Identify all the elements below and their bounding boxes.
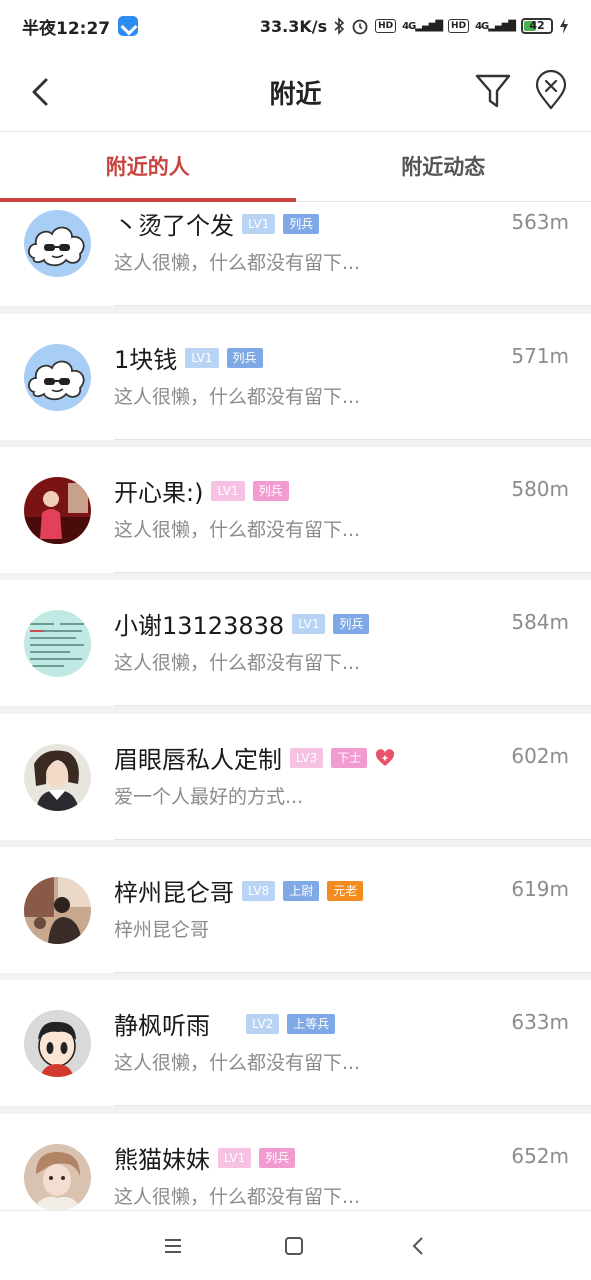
user-list-item[interactable]: 1块钱 LV1 列兵这人很懒，什么都没有留下... 571m [0,314,591,440]
status-bar: 半夜12:27 33.3K/s HD 4G▂▄▆█ HD 4G▂▄▆█ 42 [0,0,591,52]
location-off-icon[interactable] [530,70,572,112]
distance-label: 652m [511,1144,569,1168]
tab-bar: 附近的人 附近动态 [0,132,591,202]
name-row: 开心果:) LV1 列兵 [114,473,289,508]
avatar[interactable] [24,1144,91,1210]
distance-label: 563m [511,210,569,234]
battery-level: 42 [529,19,545,32]
name-row: 丶烫了个发 LV1 列兵 [114,206,320,241]
distance-label: 633m [511,1010,569,1034]
heart-icon [376,748,395,766]
rank-badge: 列兵 [226,347,263,368]
rank-badge: 列兵 [333,613,370,634]
user-name: 丶烫了个发 [114,212,234,240]
name-row: 静枫听雨 LV2 上等兵 [114,1006,336,1041]
user-list-item[interactable]: 梓州昆仑哥 LV8 上尉 元老 梓州昆仑哥 619m [0,847,591,973]
user-list-item[interactable]: 静枫听雨 LV2 上等兵这人很懒，什么都没有留下... 633m [0,980,591,1106]
user-bio: 梓州昆仑哥 [114,919,210,941]
divider [114,972,591,973]
funnel-icon[interactable] [472,70,514,112]
notification-app-icon [118,16,139,36]
rank-badge: 列兵 [252,480,289,501]
level-badge: LV8 [242,880,276,901]
back-nav-icon[interactable] [406,1233,432,1259]
hd-icon-2: HD [448,19,470,33]
user-name: 开心果:) [114,479,204,507]
network-speed: 33.3K/s [259,16,328,36]
home-icon[interactable] [281,1233,307,1259]
user-list-item[interactable]: 眉眼唇私人定制 LV3 下士爱一个人最好的方式... 602m [0,714,591,840]
user-list-item[interactable]: 熊猫妹妹 LV1 列兵这人很懒，什么都没有留下... 652m [0,1114,591,1210]
distance-label: 571m [511,344,569,368]
user-bio: 爱一个人最好的方式... [114,786,304,808]
divider [114,839,591,840]
distance-label: 619m [511,877,569,901]
user-name: 1块钱 [114,346,178,374]
divider [114,1105,591,1106]
user-bio: 这人很懒，什么都没有留下... [114,252,361,274]
elder-badge: 元老 [327,880,364,901]
avatar[interactable] [24,210,91,277]
avatar[interactable] [24,877,91,944]
name-row: 眉眼唇私人定制 LV3 下士 [114,740,395,775]
status-left: 半夜12:27 [22,14,139,39]
user-bio: 这人很懒，什么都没有留下... [114,1052,361,1074]
level-badge: LV3 [290,747,324,768]
distance-label: 584m [511,610,569,634]
user-bio: 这人很懒，什么都没有留下... [114,519,361,541]
rank-badge: 上等兵 [287,1013,336,1034]
level-badge: LV2 [246,1013,280,1034]
user-list-item[interactable]: 开心果:) LV1 列兵这人很懒，什么都没有留下... 580m [0,447,591,573]
name-row: 梓州昆仑哥 LV8 上尉 元老 [114,873,364,908]
level-badge: LV1 [292,613,326,634]
app-header: 附近 [0,52,591,132]
rank-badge: 列兵 [259,1147,296,1168]
avatar[interactable] [24,344,91,411]
level-badge: LV1 [185,347,219,368]
name-row: 熊猫妹妹 LV1 列兵 [114,1140,296,1175]
charging-icon [560,18,568,34]
status-time: 半夜12:27 [22,18,111,39]
status-right: 33.3K/s HD 4G▂▄▆█ HD 4G▂▄▆█ 42 [260,17,569,36]
system-nav-bar [0,1210,591,1280]
rank-badge: 列兵 [283,213,320,234]
avatar[interactable] [24,1010,91,1077]
user-list-item[interactable]: 丶烫了个发 LV1 列兵这人很懒，什么都没有留下... 563m [0,202,591,306]
user-list: 丶烫了个发 LV1 列兵 这人很懒，什么都没有留下... 563m 1块钱 LV1 列兵 这人很… [0,202,591,1210]
user-name: 熊猫妹妹 [114,1146,210,1174]
distance-label: 602m [511,744,569,768]
battery-icon: 42 [521,18,553,34]
name-row: 1块钱 LV1 列兵 [114,340,263,375]
alarm-icon [352,19,368,35]
level-badge: LV1 [218,1147,252,1168]
signal-icon-2: 4G▂▄▆█ [475,20,516,32]
menu-icon[interactable] [160,1233,186,1259]
avatar[interactable] [24,477,91,544]
rank-badge: 上尉 [283,880,320,901]
divider [114,572,591,573]
level-badge: LV1 [211,480,245,501]
user-bio: 这人很懒，什么都没有留下... [114,386,361,408]
divider [114,305,591,306]
user-name: 静枫听雨 [114,1012,210,1040]
user-bio: 这人很懒，什么都没有留下... [114,652,361,674]
user-name: 小谢13123838 [114,612,285,640]
hd-icon: HD [375,19,397,33]
divider [114,705,591,706]
distance-label: 580m [511,477,569,501]
tab-nearby-posts[interactable]: 附近动态 [296,132,591,201]
signal-icon: 4G▂▄▆█ [402,20,443,32]
level-badge: LV1 [242,213,276,234]
rank-badge: 下士 [331,747,368,768]
user-bio: 这人很懒，什么都没有留下... [114,1186,361,1208]
user-name: 眉眼唇私人定制 [114,746,282,774]
divider [114,439,591,440]
avatar[interactable] [24,610,91,677]
avatar[interactable] [24,744,91,811]
user-list-item[interactable]: 小谢13123838 LV1 列兵这人很懒，什么都没有留下... 584m [0,580,591,706]
bluetooth-icon [334,17,345,35]
name-row: 小谢13123838 LV1 列兵 [114,606,370,641]
tab-nearby-people[interactable]: 附近的人 [0,132,296,202]
user-name: 梓州昆仑哥 [114,879,234,907]
